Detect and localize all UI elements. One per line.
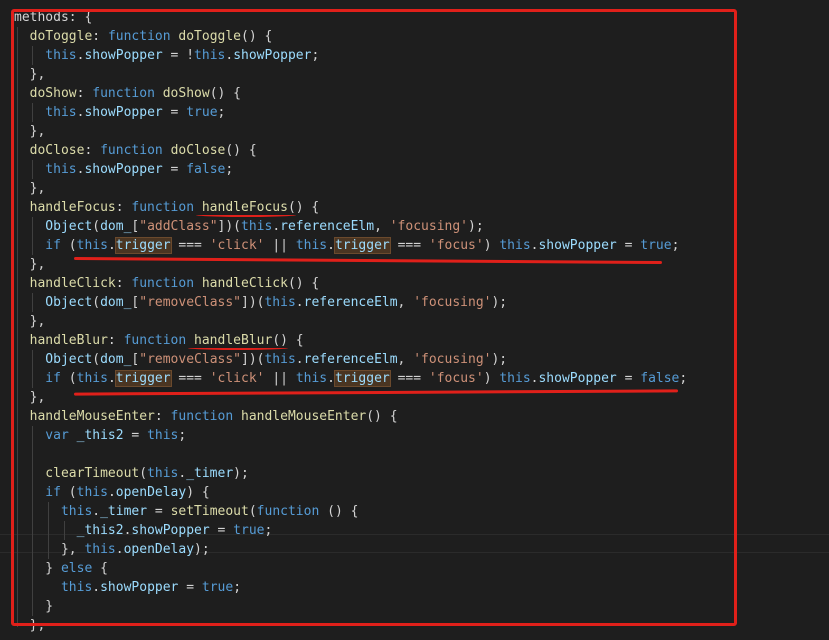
red-annotation-box [11,9,737,626]
code-editor[interactable]: methods: { doToggle: function doToggle()… [0,0,829,640]
red-squiggle-handleblur [188,346,288,350]
red-squiggle-handlefocus [196,213,296,217]
